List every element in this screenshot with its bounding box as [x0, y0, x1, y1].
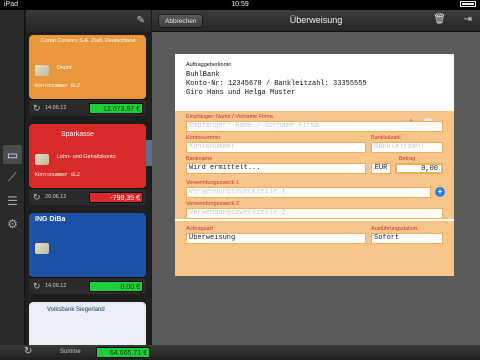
refresh-all-icon[interactable]: ↻: [24, 346, 32, 357]
chart-view-icon[interactable]: ⟋: [3, 168, 22, 187]
card-chip-icon: [35, 243, 49, 254]
categories-view-icon[interactable]: ⚙: [3, 214, 22, 233]
account-number: Kontonummer BLZ: [35, 83, 81, 89]
blz-label: Bankleitzahl: [371, 135, 401, 141]
currency-field[interactable]: EUR: [371, 163, 391, 174]
account-balance: 12.073,57 €: [89, 103, 143, 114]
status-bar: iPad 10:59: [0, 0, 480, 10]
account-date: 14.06.12: [45, 283, 67, 289]
order-type-select[interactable]: Überweisung: [186, 233, 366, 244]
amount-label: Betrag: [399, 156, 416, 162]
clock: 10:59: [231, 1, 249, 8]
bank-name: Cortal Consors S.A. Zndl. Deutschland: [41, 38, 136, 44]
bank-name-field: Wird ermittelt...: [186, 163, 366, 174]
card-face: Cortal Consors S.A. Zndl. Deutschland De…: [29, 35, 146, 99]
account-balance: -799,35 €: [89, 192, 143, 203]
order-type-label: Auftragsart: [186, 226, 213, 232]
trash-icon[interactable]: 🗑: [433, 14, 446, 25]
account-date: 14.06.12: [45, 105, 67, 111]
refresh-icon[interactable]: ↻: [33, 192, 41, 203]
bank-name: ING DiBa: [35, 216, 66, 223]
battery-icon: [458, 1, 476, 8]
card-footer: ↻ 14.06.12 12.073,57 €: [29, 99, 146, 116]
transfer-form: Auftraggeberkonto BuhlBank Konto-Nr: 123…: [175, 54, 454, 276]
main-toolbar: Abbrechen Überweisung 🗑 ⇥: [152, 10, 480, 32]
execution-date-label: Ausführungsdatum: [371, 226, 418, 232]
account-desc: Depot: [57, 65, 72, 71]
list-view-icon[interactable]: ☰: [3, 191, 22, 210]
account-number: Kontonummer BLZ: [35, 172, 81, 178]
account-date: 20.06.12: [45, 194, 67, 200]
purpose1-label: Verwendungszweck 1: [186, 180, 240, 186]
card-footer: ↻ 20.06.12 -799,35 €: [29, 188, 146, 205]
accounts-view-icon[interactable]: ▭: [3, 145, 22, 164]
purpose1-input[interactable]: Verwendungszweckzeile 1: [186, 187, 431, 198]
accounts-toolbar: ✎: [26, 10, 151, 32]
send-icon[interactable]: ⇥: [464, 14, 472, 25]
card-face: ING DiBa: [29, 213, 146, 277]
execution-date-select[interactable]: Sofort: [371, 233, 443, 244]
recipient-label: Empfänger: Name / Vorname Firma: [186, 114, 273, 120]
account-card-sparkasse[interactable]: Sparkasse Lohn- und Gehaltskonto Kontonu…: [29, 124, 146, 205]
card-chip-icon: [35, 154, 49, 165]
account-card-ing[interactable]: ING DiBa ↻ 14.06.12 0,00 €: [29, 213, 146, 294]
purpose2-label: Verwendungszweck 2: [186, 201, 240, 207]
purpose2-input[interactable]: Verwendungszweckzeile 2: [186, 208, 443, 219]
recipient-input[interactable]: Empfänger: Name / Vorname Firma: [186, 121, 443, 132]
total-balance: 64.665,71 €: [96, 347, 150, 358]
refresh-icon[interactable]: ↻: [33, 281, 41, 292]
amount-input[interactable]: 0,00: [395, 163, 443, 174]
account-card-volksbank[interactable]: Volksbank Siegerland: [29, 302, 146, 345]
source-account-label: Auftraggeberkonto: [186, 62, 232, 68]
bank-name: Sparkasse: [61, 131, 95, 138]
card-chip-icon: [35, 65, 49, 76]
page-title: Überweisung: [289, 15, 343, 25]
card-footer: ↻ 14.06.12 0,00 €: [29, 277, 146, 294]
add-purpose-icon[interactable]: +: [435, 187, 445, 197]
account-number-input[interactable]: Kontonummer: [186, 142, 366, 153]
sum-label: Summe: [60, 349, 81, 355]
bottom-bar: ↻ Summe 64.665,71 €: [0, 345, 480, 360]
transfer-panel: Abbrechen Überweisung 🗑 ⇥ Auftraggeberko…: [152, 10, 480, 345]
account-list: Cortal Consors S.A. Zndl. Deutschland De…: [26, 32, 151, 345]
source-account-details: BuhlBank Konto-Nr: 12345678 / Bankleitza…: [186, 71, 367, 97]
card-face: Sparkasse Lohn- und Gehaltskonto Kontonu…: [29, 124, 146, 188]
card-face: Volksbank Siegerland: [29, 302, 146, 345]
account-desc: Lohn- und Gehaltskonto: [57, 154, 116, 160]
account-balance: 0,00 €: [89, 281, 143, 292]
account-card-cortal[interactable]: Cortal Consors S.A. Zndl. Deutschland De…: [29, 35, 146, 116]
bank-name: Volksbank Siegerland: [47, 307, 105, 313]
left-rail: ▭ ⟋ ☰ ⚙: [0, 10, 25, 345]
account-number-label: Kontonummer: [186, 135, 221, 141]
edit-pencil-icon[interactable]: ✎: [137, 15, 145, 26]
blz-input[interactable]: Bankleitzahl: [371, 142, 443, 153]
bank-name-label: Bankname: [186, 156, 213, 162]
refresh-icon[interactable]: ↻: [33, 103, 41, 114]
